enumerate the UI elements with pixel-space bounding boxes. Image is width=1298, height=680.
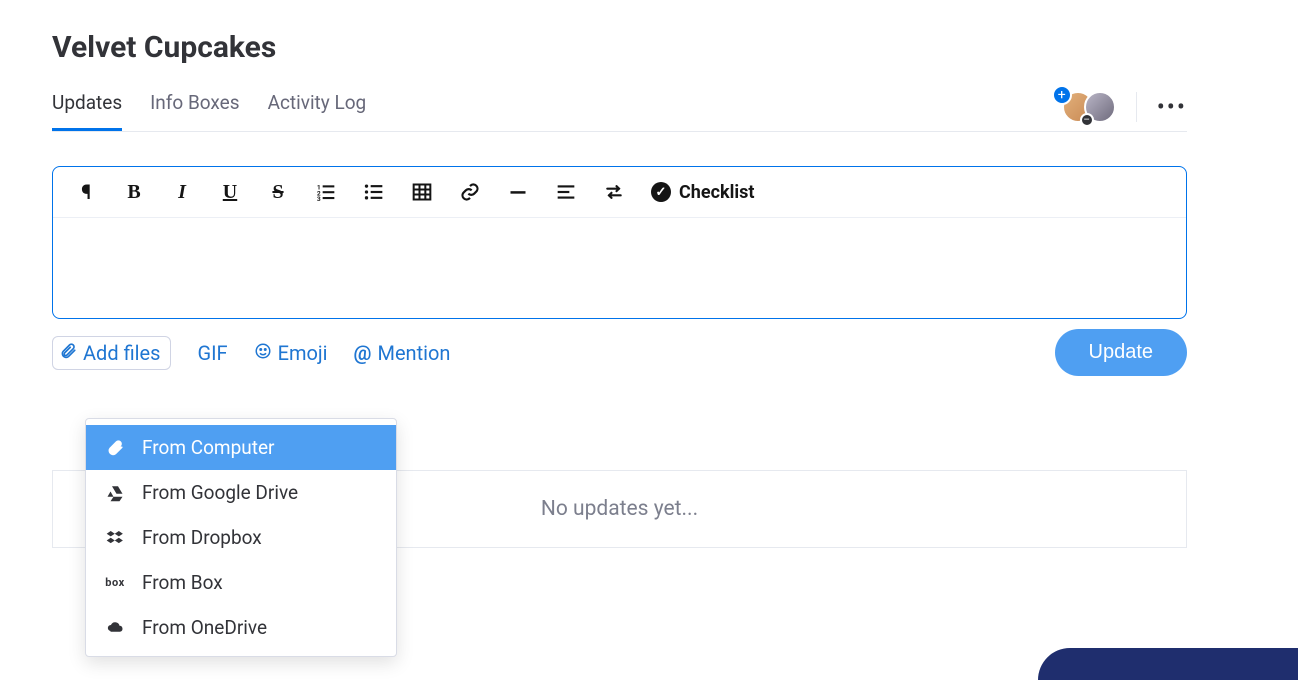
checklist-label: Checklist bbox=[679, 182, 754, 203]
from-computer-item[interactable]: From Computer bbox=[86, 425, 396, 470]
tab-updates[interactable]: Updates bbox=[52, 83, 122, 131]
paperclip-icon bbox=[59, 341, 77, 365]
editor-actions: Add files GIF Emoji @ Mention Update bbox=[52, 319, 1187, 376]
from-gdrive-label: From Google Drive bbox=[142, 481, 298, 504]
help-widget[interactable] bbox=[1038, 648, 1298, 680]
add-files-label: Add files bbox=[83, 341, 160, 365]
underline-icon[interactable]: U bbox=[219, 181, 241, 203]
actions-left: Add files GIF Emoji @ Mention bbox=[52, 336, 450, 370]
remove-member-icon: – bbox=[1080, 113, 1094, 127]
check-circle-icon: ✓ bbox=[651, 182, 671, 202]
header-row: Updates Info Boxes Activity Log + – ••• bbox=[52, 83, 1187, 132]
update-button[interactable]: Update bbox=[1055, 329, 1188, 376]
editor-wrap: ¶ B I U S 123 bbox=[52, 166, 1187, 376]
from-computer-label: From Computer bbox=[142, 436, 274, 459]
header-right: + – ••• bbox=[1062, 89, 1187, 125]
italic-icon[interactable]: I bbox=[171, 181, 193, 203]
mention-label: Mention bbox=[377, 341, 450, 365]
add-files-button[interactable]: Add files bbox=[52, 336, 171, 370]
at-icon: @ bbox=[354, 341, 372, 365]
tab-activity-log[interactable]: Activity Log bbox=[268, 83, 367, 131]
editor-textarea[interactable] bbox=[53, 218, 1186, 318]
smile-icon bbox=[254, 341, 272, 365]
swap-icon[interactable] bbox=[603, 181, 625, 203]
add-member-icon[interactable]: + bbox=[1052, 85, 1072, 105]
svg-text:3: 3 bbox=[317, 195, 321, 202]
ordered-list-icon[interactable]: 123 bbox=[315, 181, 337, 203]
align-icon[interactable] bbox=[555, 181, 577, 203]
emoji-button[interactable]: Emoji bbox=[254, 341, 328, 365]
emoji-label: Emoji bbox=[278, 341, 328, 365]
add-files-dropdown: From Computer From Google Drive From Dro… bbox=[85, 418, 397, 657]
from-onedrive-item[interactable]: From OneDrive bbox=[86, 605, 396, 650]
more-menu-icon[interactable]: ••• bbox=[1157, 93, 1187, 121]
box-icon: box bbox=[104, 576, 126, 589]
from-onedrive-label: From OneDrive bbox=[142, 616, 267, 639]
strikethrough-icon[interactable]: S bbox=[267, 181, 289, 203]
tab-info-boxes[interactable]: Info Boxes bbox=[150, 83, 239, 131]
onedrive-icon bbox=[104, 619, 126, 637]
from-dropbox-label: From Dropbox bbox=[142, 526, 262, 549]
divider bbox=[1136, 92, 1137, 122]
checklist-button[interactable]: ✓ Checklist bbox=[651, 182, 754, 203]
google-drive-icon bbox=[104, 484, 126, 502]
gif-button[interactable]: GIF bbox=[197, 341, 227, 365]
paragraph-icon[interactable]: ¶ bbox=[75, 181, 97, 203]
dropbox-icon bbox=[104, 529, 126, 547]
update-editor: ¶ B I U S 123 bbox=[52, 166, 1187, 319]
mention-button[interactable]: @ Mention bbox=[354, 341, 451, 365]
item-title: Velvet Cupcakes bbox=[52, 30, 1187, 65]
from-google-drive-item[interactable]: From Google Drive bbox=[86, 470, 396, 515]
unordered-list-icon[interactable] bbox=[363, 181, 385, 203]
from-box-label: From Box bbox=[142, 571, 223, 594]
members-avatars[interactable]: + – bbox=[1062, 89, 1116, 125]
from-box-item[interactable]: box From Box bbox=[86, 560, 396, 605]
horizontal-rule-icon[interactable] bbox=[507, 181, 529, 203]
bold-icon[interactable]: B bbox=[123, 181, 145, 203]
paperclip-icon bbox=[104, 439, 126, 457]
table-icon[interactable] bbox=[411, 181, 433, 203]
from-dropbox-item[interactable]: From Dropbox bbox=[86, 515, 396, 560]
tabs: Updates Info Boxes Activity Log bbox=[52, 83, 366, 131]
link-icon[interactable] bbox=[459, 181, 481, 203]
editor-toolbar: ¶ B I U S 123 bbox=[53, 167, 1186, 218]
